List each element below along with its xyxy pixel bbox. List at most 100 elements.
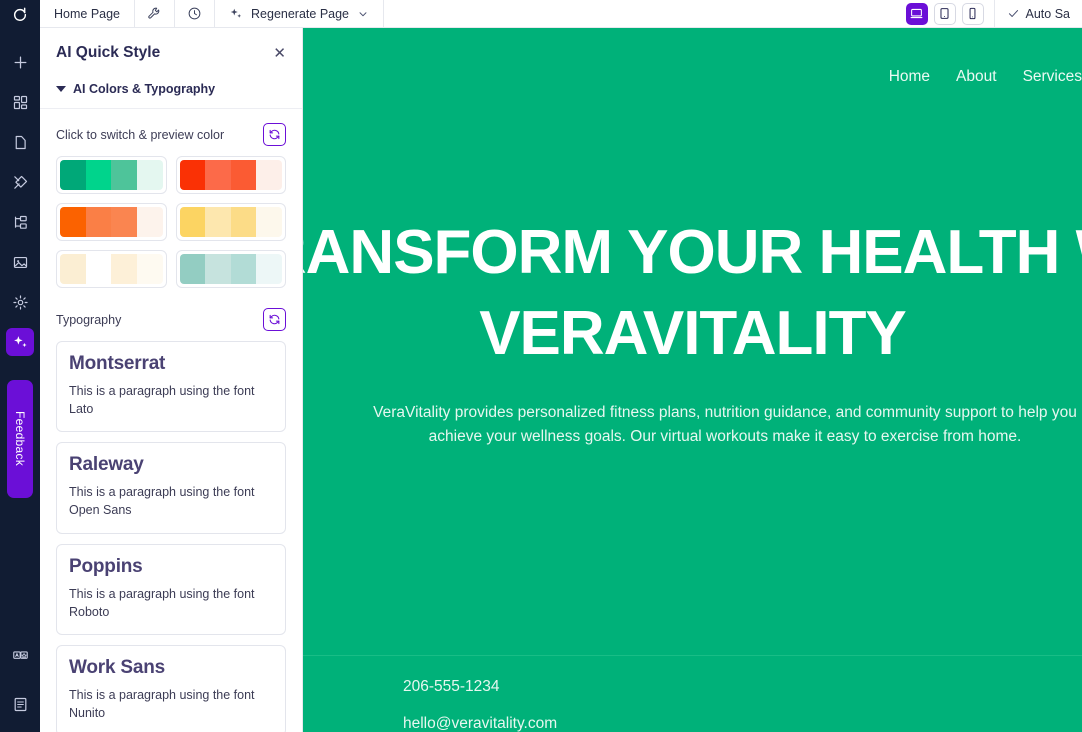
font-pair-card[interactable]: Work Sans This is a paragraph using the f… <box>56 644 286 732</box>
section-ai-colors-typography[interactable]: AI Colors & Typography <box>40 76 302 109</box>
app-root: Home Page Regenerate Page Auto Sa Feedba… <box>0 0 1082 732</box>
font-pair-sample: This is a paragraph using the font Lato <box>69 384 255 417</box>
colors-refresh-button[interactable] <box>263 123 286 146</box>
palette-swatch[interactable] <box>205 207 231 237</box>
image-icon <box>13 256 27 268</box>
rail-item-layers[interactable] <box>6 208 34 236</box>
color-palette-cream[interactable] <box>56 250 167 288</box>
palette-swatch[interactable] <box>136 254 163 284</box>
font-pair-sample: This is a paragraph using the font Open … <box>69 485 255 518</box>
palette-swatch[interactable] <box>136 207 163 237</box>
rail-item-design[interactable] <box>6 168 34 196</box>
site-navigation: Home About Services <box>889 68 1082 86</box>
font-pair-card[interactable]: Montserrat This is a paragraph using the … <box>56 341 286 433</box>
font-pair-sample: This is a paragraph using the font Nunit… <box>69 687 255 720</box>
typography-label: Typography <box>56 312 122 327</box>
rail-item-docs[interactable] <box>6 690 34 718</box>
font-pair-heading: Raleway <box>69 454 144 476</box>
site-nav-link-services[interactable]: Services <box>1023 68 1082 86</box>
grid-blocks-icon <box>13 95 27 109</box>
palette-swatch[interactable] <box>60 160 86 190</box>
color-palette-orange[interactable] <box>56 203 167 241</box>
feedback-tab[interactable]: Feedback <box>7 380 33 498</box>
typography-refresh-button[interactable] <box>263 308 286 331</box>
palette-swatch[interactable] <box>60 254 86 284</box>
palette-swatch[interactable] <box>230 254 257 284</box>
panel-header: AI Quick Style ✕ <box>40 28 302 76</box>
site-nav-link-about[interactable]: About <box>956 68 997 86</box>
colors-hint-label: Click to switch & preview color <box>56 127 225 142</box>
book-icon <box>14 697 26 711</box>
palette-swatch[interactable] <box>256 254 282 284</box>
device-desktop-button[interactable] <box>905 2 928 25</box>
palette-swatch[interactable] <box>205 254 231 284</box>
chevron-down-icon[interactable] <box>357 8 369 20</box>
feedback-label: Feedback <box>13 411 27 467</box>
tools-button[interactable] <box>135 0 176 27</box>
palette-swatch[interactable] <box>230 160 257 190</box>
font-pair-sample: This is a paragraph using the font Robot… <box>69 586 255 619</box>
hero-section: TRANSFORM YOUR HEALTH WITH VERAVITALITY … <box>303 222 1082 449</box>
color-palette-yellow[interactable] <box>175 203 286 241</box>
regenerate-page-button[interactable]: Regenerate Page <box>215 0 385 27</box>
font-pair-card[interactable]: Raleway This is a paragraph using the fon… <box>56 442 286 534</box>
palette-swatch[interactable] <box>179 254 206 284</box>
desktop-icon <box>910 8 923 19</box>
palette-swatch[interactable] <box>111 207 137 237</box>
page-tab-home[interactable]: Home Page <box>40 0 136 27</box>
palette-swatch[interactable] <box>85 254 112 284</box>
regenerate-page-label: Regenerate Page <box>251 6 350 21</box>
contact-section: 206-555-1234 hello@veravitality.com <box>303 655 1082 732</box>
app-logo[interactable] <box>0 0 40 28</box>
palette-swatch[interactable] <box>136 160 163 190</box>
rail-bottom-group <box>6 622 34 732</box>
font-pair-heading: Work Sans <box>69 656 166 678</box>
autosave-label: Auto Sa <box>1025 6 1070 21</box>
device-tablet-button[interactable] <box>933 2 956 25</box>
palette-swatch[interactable] <box>85 207 112 237</box>
brush-icon <box>13 175 27 189</box>
palette-swatch[interactable] <box>179 160 206 190</box>
palette-swatch[interactable] <box>230 207 257 237</box>
history-button[interactable] <box>175 0 216 27</box>
rail-item-ai-quick-style[interactable] <box>6 328 34 356</box>
rail-item-pages[interactable] <box>6 128 34 156</box>
clock-history-icon <box>188 7 201 20</box>
refresh-icon <box>269 129 280 140</box>
palette-swatch[interactable] <box>85 160 112 190</box>
section-title: AI Colors & Typography <box>73 82 216 96</box>
gear-icon <box>12 294 28 310</box>
font-pair-card[interactable]: Poppins This is a paragraph using the fon… <box>56 543 286 635</box>
rail-item-settings[interactable] <box>6 288 34 316</box>
color-palette-emerald[interactable] <box>56 156 167 194</box>
color-palette-teal-pastel[interactable] <box>175 250 286 288</box>
palette-swatch[interactable] <box>111 254 137 284</box>
tablet-icon <box>940 8 949 19</box>
contact-email[interactable]: hello@veravitality.com <box>403 715 1082 732</box>
contact-phone[interactable]: 206-555-1234 <box>403 678 1082 696</box>
color-palette-red-coral[interactable] <box>175 156 286 194</box>
site-nav-link-home[interactable]: Home <box>889 68 930 86</box>
page-tab-label: Home Page <box>54 6 121 21</box>
palette-swatch[interactable] <box>111 160 137 190</box>
rail-item-blocks[interactable] <box>6 88 34 116</box>
typography-row-header: Typography <box>40 294 302 341</box>
device-mobile-button[interactable] <box>961 2 984 25</box>
palette-swatch[interactable] <box>256 207 282 237</box>
palette-swatch[interactable] <box>205 160 231 190</box>
check-icon <box>1008 10 1018 17</box>
palette-swatch[interactable] <box>60 207 86 237</box>
palette-swatch[interactable] <box>256 160 282 190</box>
font-pair-heading: Poppins <box>69 555 143 577</box>
refresh-icon <box>269 314 280 325</box>
palette-swatch[interactable] <box>179 207 206 237</box>
ai-quick-style-panel: AI Quick Style ✕ AI Colors & Typography … <box>40 28 303 732</box>
rail-item-translate[interactable] <box>6 642 34 670</box>
page-preview-canvas: Home About Services TRANSFORM YOUR HEALTH … <box>303 28 1082 732</box>
hero-headline: TRANSFORM YOUR HEALTH WITH VERAVITALITY <box>303 222 1082 365</box>
rail-item-media[interactable] <box>6 248 34 276</box>
circular-arrow-logo-icon <box>13 7 27 21</box>
rail-item-add[interactable] <box>6 48 34 76</box>
close-icon[interactable]: ✕ <box>273 46 286 61</box>
